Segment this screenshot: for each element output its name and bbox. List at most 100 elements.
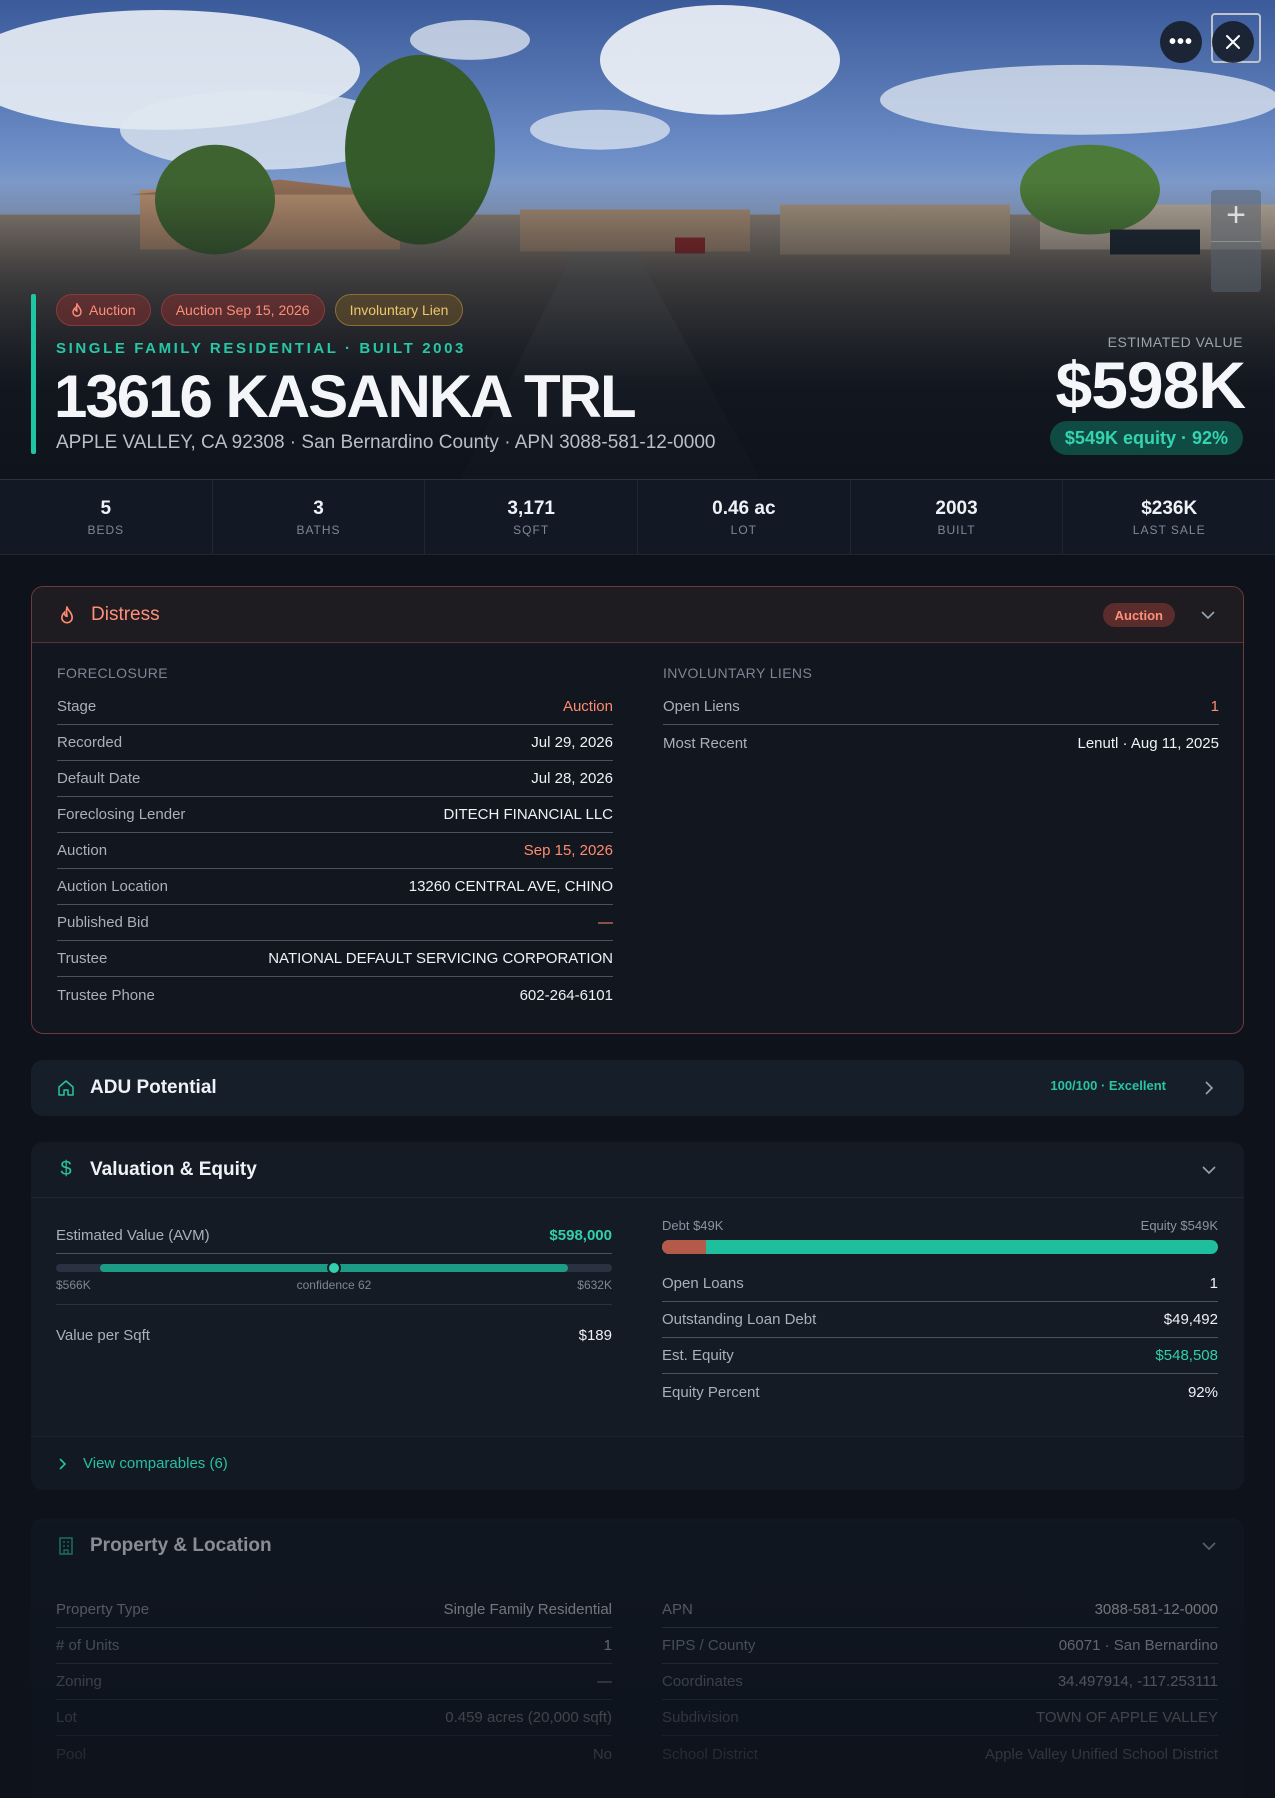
chevron-down-icon[interactable] bbox=[1199, 1160, 1219, 1180]
stat-lot: 0.46 ac LOT bbox=[638, 480, 851, 554]
chevron-down-icon[interactable] bbox=[1199, 1536, 1219, 1556]
stat-value: 3 bbox=[313, 497, 324, 519]
street-view-zoom-control: + bbox=[1211, 190, 1261, 292]
debt-portion bbox=[662, 1240, 707, 1254]
valuation-equity-section: $ Valuation & Equity Estimated Value (AV… bbox=[31, 1142, 1244, 1490]
row-label: Recorded bbox=[57, 734, 123, 751]
avm-scale: $566K confidence 62 $632K bbox=[56, 1278, 612, 1292]
property-title: Property & Location bbox=[90, 1535, 272, 1556]
adu-potential-section[interactable]: ADU Potential 100/100 · Excellent bbox=[31, 1060, 1244, 1116]
row-value: Apple Valley Unified School District bbox=[984, 1745, 1218, 1763]
chevron-down-icon[interactable] bbox=[1198, 605, 1218, 625]
valuation-header[interactable]: $ Valuation & Equity bbox=[31, 1142, 1244, 1198]
row-label: Outstanding Loan Debt bbox=[662, 1311, 817, 1328]
avm-column: Estimated Value (AVM) $598,000 $566K con… bbox=[56, 1218, 612, 1353]
zoom-in-button[interactable]: + bbox=[1211, 190, 1261, 240]
detail-row: FIPS / County 06071 · San Bernardino bbox=[662, 1628, 1218, 1664]
row-value: Single Family Residential bbox=[443, 1601, 612, 1618]
row-label: Default Date bbox=[57, 770, 141, 787]
home-icon bbox=[56, 1078, 76, 1098]
row-value: Lenutl · Aug 11, 2025 bbox=[1077, 734, 1219, 752]
row-label: Est. Equity bbox=[662, 1347, 734, 1364]
badge-involuntary-lien-label: Involuntary Lien bbox=[349, 302, 449, 318]
liens-column: INVOLUNTARY LIENS Open Liens 1 Most Recen… bbox=[663, 665, 1219, 761]
row-label: Stage bbox=[57, 698, 97, 715]
stat-value: 0.46 ac bbox=[712, 497, 776, 519]
adu-title: ADU Potential bbox=[90, 1077, 217, 1098]
avm-marker bbox=[327, 1261, 341, 1275]
row-value: 13260 CENTRAL AVE, CHINO bbox=[408, 878, 613, 895]
chevron-right-icon[interactable] bbox=[1199, 1078, 1219, 1098]
badge-auction-date-label: Auction Sep 15, 2026 bbox=[175, 302, 310, 318]
view-comparables-link[interactable]: View comparables (6) bbox=[31, 1436, 1244, 1490]
row-value: — bbox=[597, 1673, 612, 1690]
detail-row: # of Units 1 bbox=[56, 1628, 612, 1664]
row-value: 1 bbox=[1209, 1275, 1218, 1292]
debt-equity-labels: Debt $49K Equity $549K bbox=[662, 1218, 1218, 1238]
row-value: Auction bbox=[562, 698, 613, 715]
detail-row: Subdivision TOWN OF APPLE VALLEY bbox=[662, 1700, 1218, 1736]
detail-row: Trustee Phone 602-264-6101 bbox=[57, 977, 613, 1013]
badge-auction-label: Auction bbox=[89, 302, 136, 318]
row-label: Property Type bbox=[56, 1601, 150, 1618]
stat-label: BATHS bbox=[296, 522, 341, 537]
value-per-sqft-row: Value per Sqft $189 bbox=[56, 1317, 612, 1353]
foreclosure-column: FORECLOSURE Stage Auction Recorded Jul 29,… bbox=[57, 665, 613, 1013]
row-value: Jul 28, 2026 bbox=[531, 770, 613, 787]
adu-header[interactable]: ADU Potential 100/100 · Excellent bbox=[31, 1060, 1244, 1116]
equity-pill: $549K equity · 92% bbox=[1049, 421, 1243, 455]
row-value: 0.459 acres (20,000 sqft) bbox=[445, 1709, 612, 1726]
stat-value: 5 bbox=[100, 497, 112, 519]
property-left-column: Property Type Single Family Residential #… bbox=[56, 1592, 612, 1772]
equity-label: Equity $549K bbox=[1140, 1218, 1218, 1233]
badge-auction-date: Auction Sep 15, 2026 bbox=[160, 294, 325, 326]
stat-last-sale: $236K LAST SALE bbox=[1063, 480, 1275, 554]
detail-row: Est. Equity $548,508 bbox=[662, 1338, 1218, 1374]
detail-row: Coordinates 34.497914, -117.253111 bbox=[662, 1664, 1218, 1700]
more-options-button[interactable]: ••• bbox=[1160, 21, 1202, 63]
property-subtype: SINGLE FAMILY RESIDENTIAL · BUILT 2003 bbox=[56, 340, 466, 357]
badge-involuntary-lien: Involuntary Lien bbox=[334, 294, 464, 326]
stat-sqft: 3,171 SQFT bbox=[425, 480, 639, 554]
stat-built: 2003 BUILT bbox=[851, 480, 1064, 554]
avm-row: Estimated Value (AVM) $598,000 bbox=[56, 1218, 612, 1254]
badge-auction: Auction bbox=[56, 294, 151, 326]
avm-confidence: confidence 62 bbox=[296, 1278, 372, 1292]
property-address: 13616 KASANKA TRL bbox=[54, 363, 637, 430]
avm-value: $598,000 bbox=[549, 1227, 612, 1244]
row-label: Published Bid bbox=[57, 914, 149, 931]
row-label: School District bbox=[662, 1745, 758, 1763]
divider bbox=[56, 1304, 612, 1305]
stat-label: LAST SALE bbox=[1132, 522, 1206, 537]
row-value: $49,492 bbox=[1163, 1311, 1218, 1328]
stat-value: 2003 bbox=[935, 497, 978, 519]
close-icon bbox=[1226, 35, 1240, 49]
row-value: — bbox=[598, 914, 613, 931]
detail-row: Property Type Single Family Residential bbox=[56, 1592, 612, 1628]
row-label: Foreclosing Lender bbox=[57, 806, 186, 823]
row-value: 34.497914, -117.253111 bbox=[1057, 1673, 1218, 1690]
row-value: NATIONAL DEFAULT SERVICING CORPORATION bbox=[268, 950, 613, 967]
zoom-out-button[interactable] bbox=[1211, 242, 1261, 292]
row-value: $189 bbox=[578, 1326, 612, 1344]
row-value: 92% bbox=[1187, 1383, 1218, 1401]
building-icon bbox=[56, 1536, 76, 1556]
avm-low: $566K bbox=[56, 1278, 91, 1292]
address-accent-bar bbox=[31, 294, 36, 454]
stat-value: $236K bbox=[1141, 497, 1198, 519]
stat-label: LOT bbox=[730, 522, 758, 537]
plus-icon: + bbox=[1226, 195, 1246, 234]
equity-column: Debt $49K Equity $549K Open Loans 1 Outst… bbox=[662, 1218, 1218, 1410]
detail-row: Recorded Jul 29, 2026 bbox=[57, 725, 613, 761]
hero-street-view: ••• + Auction Auction Sep 15, 2026 Invol… bbox=[0, 0, 1275, 480]
detail-row: Stage Auction bbox=[57, 689, 613, 725]
avm-high: $632K bbox=[577, 1278, 612, 1292]
property-header[interactable]: Property & Location bbox=[31, 1518, 1244, 1574]
row-label: APN bbox=[662, 1601, 693, 1618]
close-button[interactable] bbox=[1212, 21, 1254, 63]
row-label: Zoning bbox=[56, 1673, 102, 1690]
dollar-icon: $ bbox=[60, 1158, 72, 1180]
debt-label: Debt $49K bbox=[662, 1218, 724, 1233]
distress-header[interactable]: Distress Auction bbox=[32, 587, 1243, 643]
detail-row: Equity Percent 92% bbox=[662, 1374, 1218, 1410]
